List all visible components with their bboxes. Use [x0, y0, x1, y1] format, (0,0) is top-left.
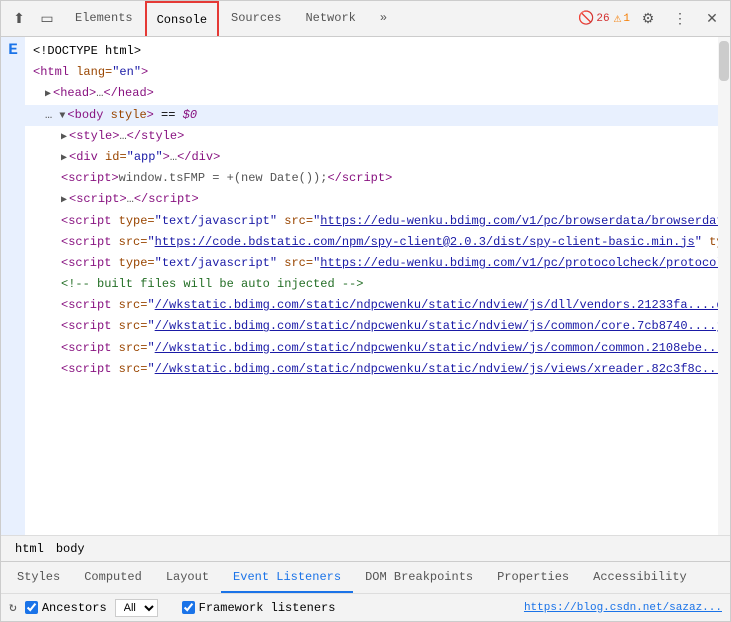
dom-line[interactable]: ▶<div id="app">…</div> [25, 147, 718, 168]
dom-line[interactable]: <script type="text/javascript" src="http… [25, 211, 718, 232]
tab-computed[interactable]: Computed [72, 562, 154, 593]
dom-line[interactable]: ▶<script>…</script> [25, 189, 718, 210]
tab-event-listeners[interactable]: Event Listeners [221, 562, 353, 593]
dom-line[interactable]: <script src="//wkstatic.bdimg.com/static… [25, 338, 718, 359]
toolbar-right: 🚫 26 ⚠ 1 ⚙ ⋮ ✕ [578, 5, 726, 33]
dom-line[interactable]: <script src="//wkstatic.bdimg.com/static… [25, 295, 718, 316]
breadcrumb-body[interactable]: body [50, 540, 91, 558]
toolbar: ⬆ ▭ Elements Console Sources Network » 🚫… [1, 1, 730, 37]
url-link[interactable]: https://blog.csdn.net/sazaz... [524, 602, 722, 614]
tab-dom-breakpoints[interactable]: DOM Breakpoints [353, 562, 485, 593]
devtools-window: ⬆ ▭ Elements Console Sources Network » 🚫… [0, 0, 731, 622]
tab-properties[interactable]: Properties [485, 562, 581, 593]
tab-styles[interactable]: Styles [5, 562, 72, 593]
tab-more[interactable]: » [368, 1, 399, 36]
tab-network[interactable]: Network [293, 1, 367, 36]
cursor-icon[interactable]: ⬆ [5, 5, 33, 33]
left-gutter: E [1, 37, 25, 535]
framework-checkbox[interactable] [182, 601, 195, 614]
dom-line[interactable]: <!DOCTYPE html> [25, 41, 718, 62]
ancestors-checkbox-label[interactable]: Ancestors [25, 601, 107, 615]
warn-badge[interactable]: ⚠ 1 [614, 11, 630, 26]
dom-line[interactable]: … ▼<body style> == $0 [25, 105, 718, 126]
dom-line[interactable]: <script src="https://code.bdstatic.com/n… [25, 232, 718, 253]
more-options-icon[interactable]: ⋮ [666, 5, 694, 33]
warn-icon: ⚠ [614, 11, 622, 26]
bottom-bar: ↻ Ancestors All Framework listeners http… [1, 593, 730, 621]
toolbar-tabs: Elements Console Sources Network » [63, 1, 399, 36]
close-icon[interactable]: ✕ [698, 5, 726, 33]
main-content: E <!DOCTYPE html><html lang="en">▶<head>… [1, 37, 730, 535]
dom-panel[interactable]: <!DOCTYPE html><html lang="en">▶<head>…<… [25, 37, 718, 535]
dom-line[interactable]: <script src="//wkstatic.bdimg.com/static… [25, 359, 718, 380]
ancestors-select[interactable]: All [115, 599, 158, 617]
error-badge[interactable]: 🚫 26 [578, 11, 609, 26]
tab-accessibility[interactable]: Accessibility [581, 562, 699, 593]
dom-line[interactable]: <script type="text/javascript" src="http… [25, 253, 718, 274]
settings-icon[interactable]: ⚙ [634, 5, 662, 33]
dom-line[interactable]: ▶<head>…</head> [25, 83, 718, 104]
tab-sources[interactable]: Sources [219, 1, 293, 36]
error-count: 26 [596, 13, 609, 25]
dom-line[interactable]: <html lang="en"> [25, 62, 718, 83]
scrollbar[interactable] [718, 37, 730, 535]
reload-icon[interactable]: ↻ [9, 600, 17, 615]
dom-line[interactable]: <script>window.tsFMP = +(new Date());</s… [25, 168, 718, 189]
ancestors-checkbox[interactable] [25, 601, 38, 614]
warn-count: 1 [623, 13, 630, 25]
bottom-tabs: Styles Computed Layout Event Listeners D… [1, 561, 730, 593]
ancestors-label: Ancestors [42, 601, 107, 615]
dom-line[interactable]: <script src="//wkstatic.bdimg.com/static… [25, 316, 718, 337]
dom-line[interactable]: ▶<style>…</style> [25, 126, 718, 147]
error-icon: 🚫 [578, 11, 594, 26]
breadcrumb-html[interactable]: html [9, 540, 50, 558]
dom-line[interactable]: <!-- built files will be auto injected -… [25, 274, 718, 295]
tab-elements[interactable]: Elements [63, 1, 145, 36]
scrollbar-thumb[interactable] [719, 41, 729, 81]
framework-label: Framework listeners [199, 601, 336, 615]
framework-checkbox-label[interactable]: Framework listeners [182, 601, 336, 615]
breadcrumb: html body [1, 535, 730, 561]
tab-console[interactable]: Console [145, 1, 219, 36]
device-toolbar-icon[interactable]: ▭ [33, 5, 61, 33]
tab-layout[interactable]: Layout [154, 562, 221, 593]
